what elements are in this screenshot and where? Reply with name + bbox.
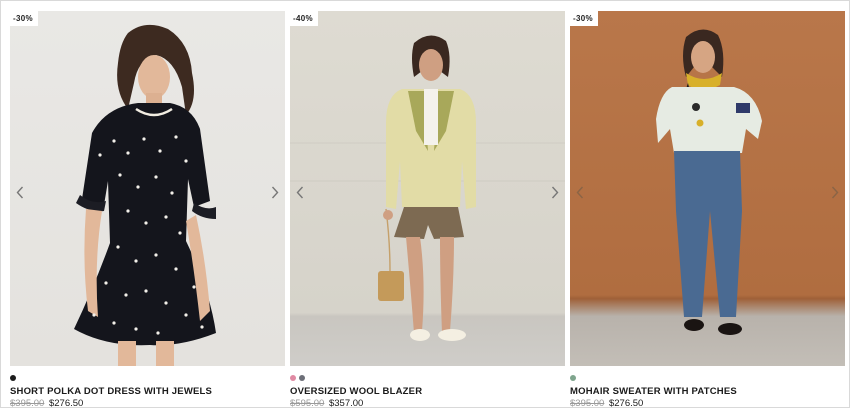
product-card-polka-dress[interactable]: -30% SHORT POLKA DOT DRESS WITH JEWELS $… [10, 11, 285, 409]
color-swatch[interactable] [570, 375, 576, 381]
chevron-right-icon [831, 186, 839, 198]
sale-price: $357.00 [328, 398, 364, 409]
color-swatches [290, 375, 565, 381]
color-swatch[interactable] [10, 375, 16, 381]
discount-badge: -30% [10, 11, 38, 26]
product-name[interactable]: SHORT POLKA DOT DRESS WITH JEWELS [10, 386, 285, 397]
next-image-button[interactable] [268, 185, 282, 199]
product-name[interactable]: MOHAIR SWEATER WITH PATCHES [570, 386, 845, 397]
original-price: $395.00 [10, 398, 45, 409]
product-card-mohair-sweater[interactable]: -30% MOHAIR SWEATER WITH PATCHES $395.00… [570, 11, 845, 409]
original-price: $595.00 [290, 398, 325, 409]
product-price: $395.00 $276.50 [10, 398, 285, 409]
prev-image-button[interactable] [293, 185, 307, 199]
product-image[interactable]: -30% [10, 11, 285, 366]
product-price: $595.00 $357.00 [290, 398, 565, 409]
chevron-left-icon [296, 186, 304, 198]
chevron-left-icon [576, 186, 584, 198]
model-photo-illustration [656, 29, 762, 335]
discount-badge: -40% [290, 11, 318, 26]
product-card-wool-blazer[interactable]: -40% OVERSIZED WOOL BLAZER $595.00 $357.… [290, 11, 565, 409]
product-image[interactable]: -30% [570, 11, 845, 366]
product-image[interactable]: -40% [290, 11, 565, 366]
chevron-right-icon [271, 186, 279, 198]
model-photo-illustration [290, 35, 565, 341]
product-meta: SHORT POLKA DOT DRESS WITH JEWELS $395.0… [10, 375, 285, 409]
product-name[interactable]: OVERSIZED WOOL BLAZER [290, 386, 565, 397]
sale-price: $276.50 [608, 398, 644, 409]
product-meta: OVERSIZED WOOL BLAZER $595.00 $357.00 [290, 375, 565, 409]
chevron-right-icon [551, 186, 559, 198]
color-swatch[interactable] [299, 375, 305, 381]
color-swatches [10, 375, 285, 381]
product-price: $395.00 $276.50 [570, 398, 845, 409]
prev-image-button[interactable] [573, 185, 587, 199]
original-price: $395.00 [570, 398, 605, 409]
sale-price: $276.50 [48, 398, 84, 409]
chevron-left-icon [16, 186, 24, 198]
color-swatches [570, 375, 845, 381]
product-meta: MOHAIR SWEATER WITH PATCHES $395.00 $276… [570, 375, 845, 409]
color-swatch[interactable] [290, 375, 296, 381]
model-photo-illustration [74, 24, 216, 366]
discount-badge: -30% [570, 11, 598, 26]
next-image-button[interactable] [548, 185, 562, 199]
prev-image-button[interactable] [13, 185, 27, 199]
next-image-button[interactable] [828, 185, 842, 199]
product-grid: -30% SHORT POLKA DOT DRESS WITH JEWELS $… [10, 11, 845, 409]
